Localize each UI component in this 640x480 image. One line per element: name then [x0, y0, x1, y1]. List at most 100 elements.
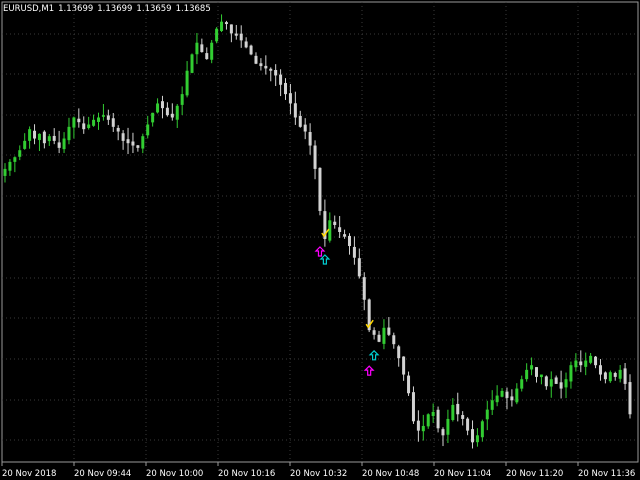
candle-body [343, 234, 347, 237]
candle-body [254, 55, 258, 64]
candle-body [466, 418, 470, 431]
candle-body [352, 246, 356, 258]
candle-body [185, 70, 189, 96]
x-tick-label: 20 Nov 10:16 [218, 469, 275, 479]
candle-body [500, 390, 504, 397]
candle-body [234, 33, 238, 36]
candle-body [180, 94, 184, 105]
candle-body [141, 136, 145, 149]
candle-body [441, 429, 445, 436]
candle-body [229, 24, 233, 34]
candle-body [28, 129, 32, 141]
candle-body [210, 42, 214, 60]
candle-body [259, 63, 263, 67]
candle-body [510, 396, 514, 401]
candle-body [224, 22, 228, 25]
x-tick-label: 20 Nov 10:00 [146, 469, 203, 479]
candle-body [407, 375, 411, 394]
candle-body [303, 124, 307, 132]
candle-body [397, 346, 401, 359]
candle-body [564, 379, 568, 388]
candle-body [160, 101, 164, 109]
candle-body [594, 356, 598, 366]
candle-body [37, 133, 41, 141]
candle-body [485, 409, 489, 420]
candle-body [67, 126, 71, 141]
candle-body [608, 372, 612, 382]
candle-body [347, 235, 351, 247]
candle-body [131, 141, 135, 146]
candle-body [628, 382, 632, 415]
candle-body [190, 54, 194, 73]
candle-body [106, 115, 110, 120]
x-tick-label: 20 Nov 11:04 [434, 469, 491, 479]
candle-body [195, 42, 199, 55]
arrow-up-cyan-icon [368, 349, 380, 361]
candle-body [249, 45, 253, 55]
candle-body [475, 435, 479, 443]
candle-body [421, 425, 425, 432]
x-tick-label: 20 Nov 10:32 [290, 469, 347, 479]
candle-body [431, 411, 435, 416]
candle-body [288, 93, 292, 104]
candle-body [623, 368, 627, 384]
x-tick-label: 20 Nov 11:20 [506, 469, 563, 479]
candle-body [175, 105, 179, 120]
candle-body [156, 103, 160, 113]
candle-body [411, 392, 415, 422]
candle-body [456, 403, 460, 415]
candle-body [495, 395, 499, 403]
candle-body [284, 82, 288, 95]
x-tick-label: 20 Nov 10:48 [362, 469, 419, 479]
candle-body [446, 418, 450, 435]
candle-body [279, 74, 283, 85]
candle-body [42, 131, 46, 144]
candle-body [47, 136, 51, 142]
candle-body [116, 127, 120, 132]
candle-body [402, 356, 406, 375]
candle-body [357, 258, 361, 277]
candle-body [239, 33, 243, 41]
candle-body [146, 124, 150, 136]
candle-body [416, 420, 420, 431]
candle-body [308, 132, 312, 146]
candle-body [62, 138, 66, 150]
candle-body [121, 133, 125, 141]
candle-body [101, 115, 105, 117]
candle-body [372, 330, 376, 335]
candle-body [579, 361, 583, 366]
candle-body [220, 21, 224, 32]
candle-body [318, 167, 322, 211]
candle-body [3, 168, 7, 176]
candle-body [92, 119, 96, 126]
x-tick-label: 20 Nov 2018 [2, 469, 56, 479]
candle-body [436, 409, 440, 429]
candle-body [382, 327, 386, 344]
candle-body [505, 391, 509, 398]
candle-body [293, 103, 297, 118]
candle-body [471, 429, 475, 443]
x-tick-label: 20 Nov 09:44 [74, 469, 131, 479]
candle-body [170, 113, 174, 118]
candle-body [603, 372, 607, 380]
candle-body [77, 118, 81, 123]
candle-body [426, 414, 430, 427]
price-chart[interactable]: 20 Nov 2018 20 Nov 09:44 20 Nov 10:00 20 No… [0, 0, 640, 480]
chart-window[interactable]: EURUSD,M1 1.13699 1.13699 1.13659 1.13685 20… [0, 0, 640, 480]
arrow-up-cyan-icon [319, 254, 331, 265]
candle-body [97, 117, 101, 122]
candle-body [618, 369, 622, 379]
candle-body [480, 421, 484, 438]
candle-body [269, 68, 273, 71]
candle-body [313, 145, 317, 169]
candle-body [530, 365, 534, 370]
candle-body [559, 382, 563, 389]
candle-body [87, 124, 91, 128]
candle-body [264, 65, 268, 69]
candle-body [151, 112, 155, 123]
candle-body [490, 400, 494, 410]
candle-body [298, 115, 302, 127]
candle-body [82, 123, 86, 130]
candle-body [574, 360, 578, 368]
candle-body [111, 118, 115, 127]
